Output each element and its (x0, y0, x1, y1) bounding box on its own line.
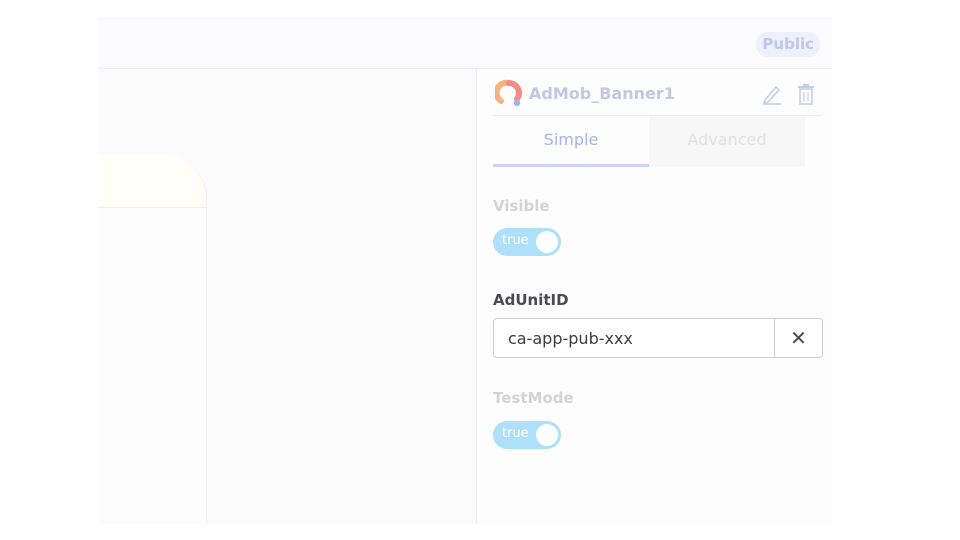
device-preview[interactable] (98, 155, 207, 524)
tab-simple[interactable]: Simple (493, 116, 649, 167)
trash-icon[interactable] (797, 83, 815, 105)
adunitid-input[interactable] (494, 319, 774, 357)
component-name: AdMob_Banner1 (529, 84, 675, 103)
adunitid-field: ✕ (493, 318, 823, 358)
visibility-badge[interactable]: Public (756, 32, 820, 57)
design-canvas (98, 69, 476, 524)
visible-label: Visible (493, 197, 550, 215)
adunitid-label: AdUnitID (493, 291, 569, 309)
edit-icon[interactable] (761, 83, 783, 105)
top-bar: Public (98, 17, 832, 69)
property-tabs: Simple Advanced (493, 116, 805, 167)
component-header: AdMob_Banner1 (493, 77, 822, 116)
admob-logo-icon (495, 79, 522, 107)
properties-panel: AdMob_Banner1 Simple Advanced Visible tr… (476, 69, 832, 524)
visible-toggle[interactable]: true (493, 228, 561, 256)
testmode-label: TestMode (493, 389, 574, 407)
testmode-toggle-knob (536, 424, 558, 446)
device-title-bar (98, 155, 206, 208)
tab-advanced[interactable]: Advanced (649, 116, 805, 167)
app-window: Public AdMob_Banner1 Simple Advanced Vis… (98, 17, 832, 524)
visible-toggle-knob (536, 231, 558, 253)
testmode-toggle-value: true (502, 426, 529, 441)
testmode-toggle[interactable]: true (493, 421, 561, 449)
visible-toggle-value: true (502, 233, 529, 248)
close-icon[interactable]: ✕ (774, 319, 822, 357)
